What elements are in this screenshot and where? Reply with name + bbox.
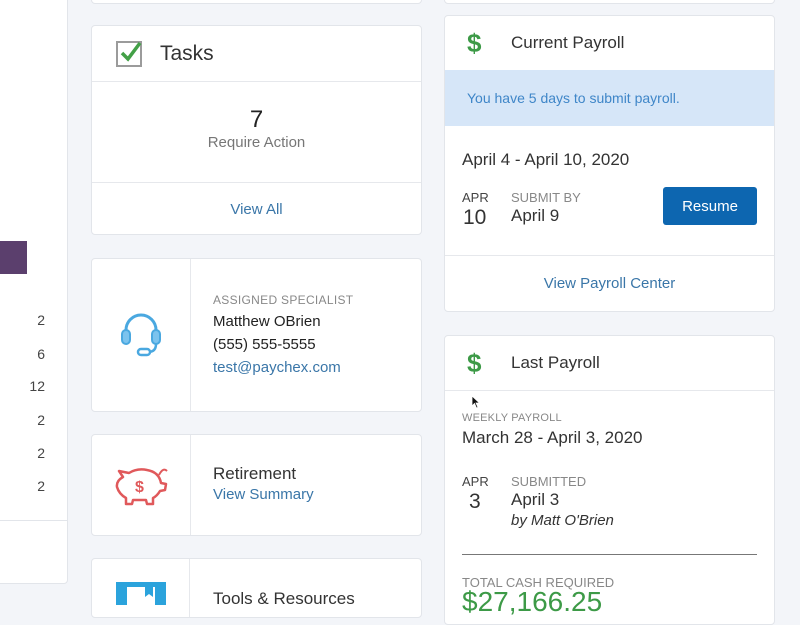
card-above (444, 0, 775, 4)
count-value: 2 (37, 478, 45, 494)
retirement-card: $ Retirement View Summary (91, 434, 422, 536)
count-value: 2 (37, 412, 45, 428)
submitted-date: April 3 (511, 490, 560, 509)
left-panel: 2 6 12 2 2 2 (0, 0, 68, 584)
last-payroll-card: $ Last Payroll WEEKLY PAYROLL March 28 -… (444, 335, 775, 625)
view-summary-link[interactable]: View Summary (213, 486, 411, 503)
tools-title: Tools & Resources (213, 589, 355, 608)
svg-text:$: $ (135, 479, 144, 496)
submit-by-date: April 9 (511, 206, 560, 225)
specialist-name: Matthew OBrien (213, 313, 321, 330)
count-value: 6 (37, 346, 45, 362)
last-payroll-period: March 28 - April 3, 2020 (462, 428, 643, 447)
view-payroll-center-link[interactable]: View Payroll Center (445, 255, 774, 311)
total-cash-amount: $27,166.25 (462, 586, 603, 617)
tasks-count: 7 (249, 106, 264, 133)
submitted-by: by Matt O'Brien (511, 512, 614, 529)
dollar-icon: $ (467, 347, 482, 378)
retirement-title: Retirement (213, 464, 297, 483)
current-payroll-card: $ Current Payroll You have 5 days to sub… (444, 15, 775, 312)
specialist-card: ASSIGNED SPECIALIST Matthew OBrien (555)… (91, 258, 422, 412)
count-value: 12 (29, 378, 45, 394)
payroll-period: April 4 - April 10, 2020 (462, 150, 630, 169)
specialist-phone: (555) 555-5555 (213, 336, 316, 353)
tasks-count-label: Require Action (207, 134, 306, 151)
current-payroll-title: Current Payroll (511, 33, 625, 52)
mouse-cursor-icon (471, 395, 481, 409)
last-payroll-title: Last Payroll (511, 353, 600, 372)
count-value: 2 (37, 445, 45, 461)
submitted-label: SUBMITTED (511, 474, 587, 489)
date-day: 10 (463, 206, 487, 229)
payroll-type-label: WEEKLY PAYROLL (462, 412, 562, 424)
resume-button[interactable]: Resume (663, 187, 757, 225)
book-icon (115, 582, 166, 605)
specialist-email-link[interactable]: test@paychex.com (213, 359, 411, 376)
submit-by-label: SUBMIT BY (511, 190, 581, 205)
date-month: APR (462, 190, 489, 205)
headset-icon (121, 313, 161, 357)
checkbox-check-icon (116, 40, 142, 67)
date-day: 3 (469, 490, 481, 513)
divider (0, 520, 67, 521)
legend-swatch (0, 241, 27, 274)
date-month: APR (462, 474, 489, 489)
tasks-title: Tasks (160, 41, 214, 65)
tasks-header: Tasks (92, 26, 421, 82)
total-cash-label: TOTAL CASH REQUIRED (462, 575, 615, 590)
card-above (91, 0, 422, 4)
payroll-alert-banner: You have 5 days to submit payroll. (445, 70, 774, 126)
piggy-bank-icon: $ (115, 468, 168, 506)
specialist-label: ASSIGNED SPECIALIST (213, 293, 354, 307)
dollar-icon: $ (467, 27, 482, 58)
tasks-card: Tasks 7 Require Action View All (91, 25, 422, 235)
view-all-link[interactable]: View All (92, 183, 421, 234)
count-value: 2 (37, 312, 45, 328)
tools-card: Tools & Resources (91, 558, 422, 618)
